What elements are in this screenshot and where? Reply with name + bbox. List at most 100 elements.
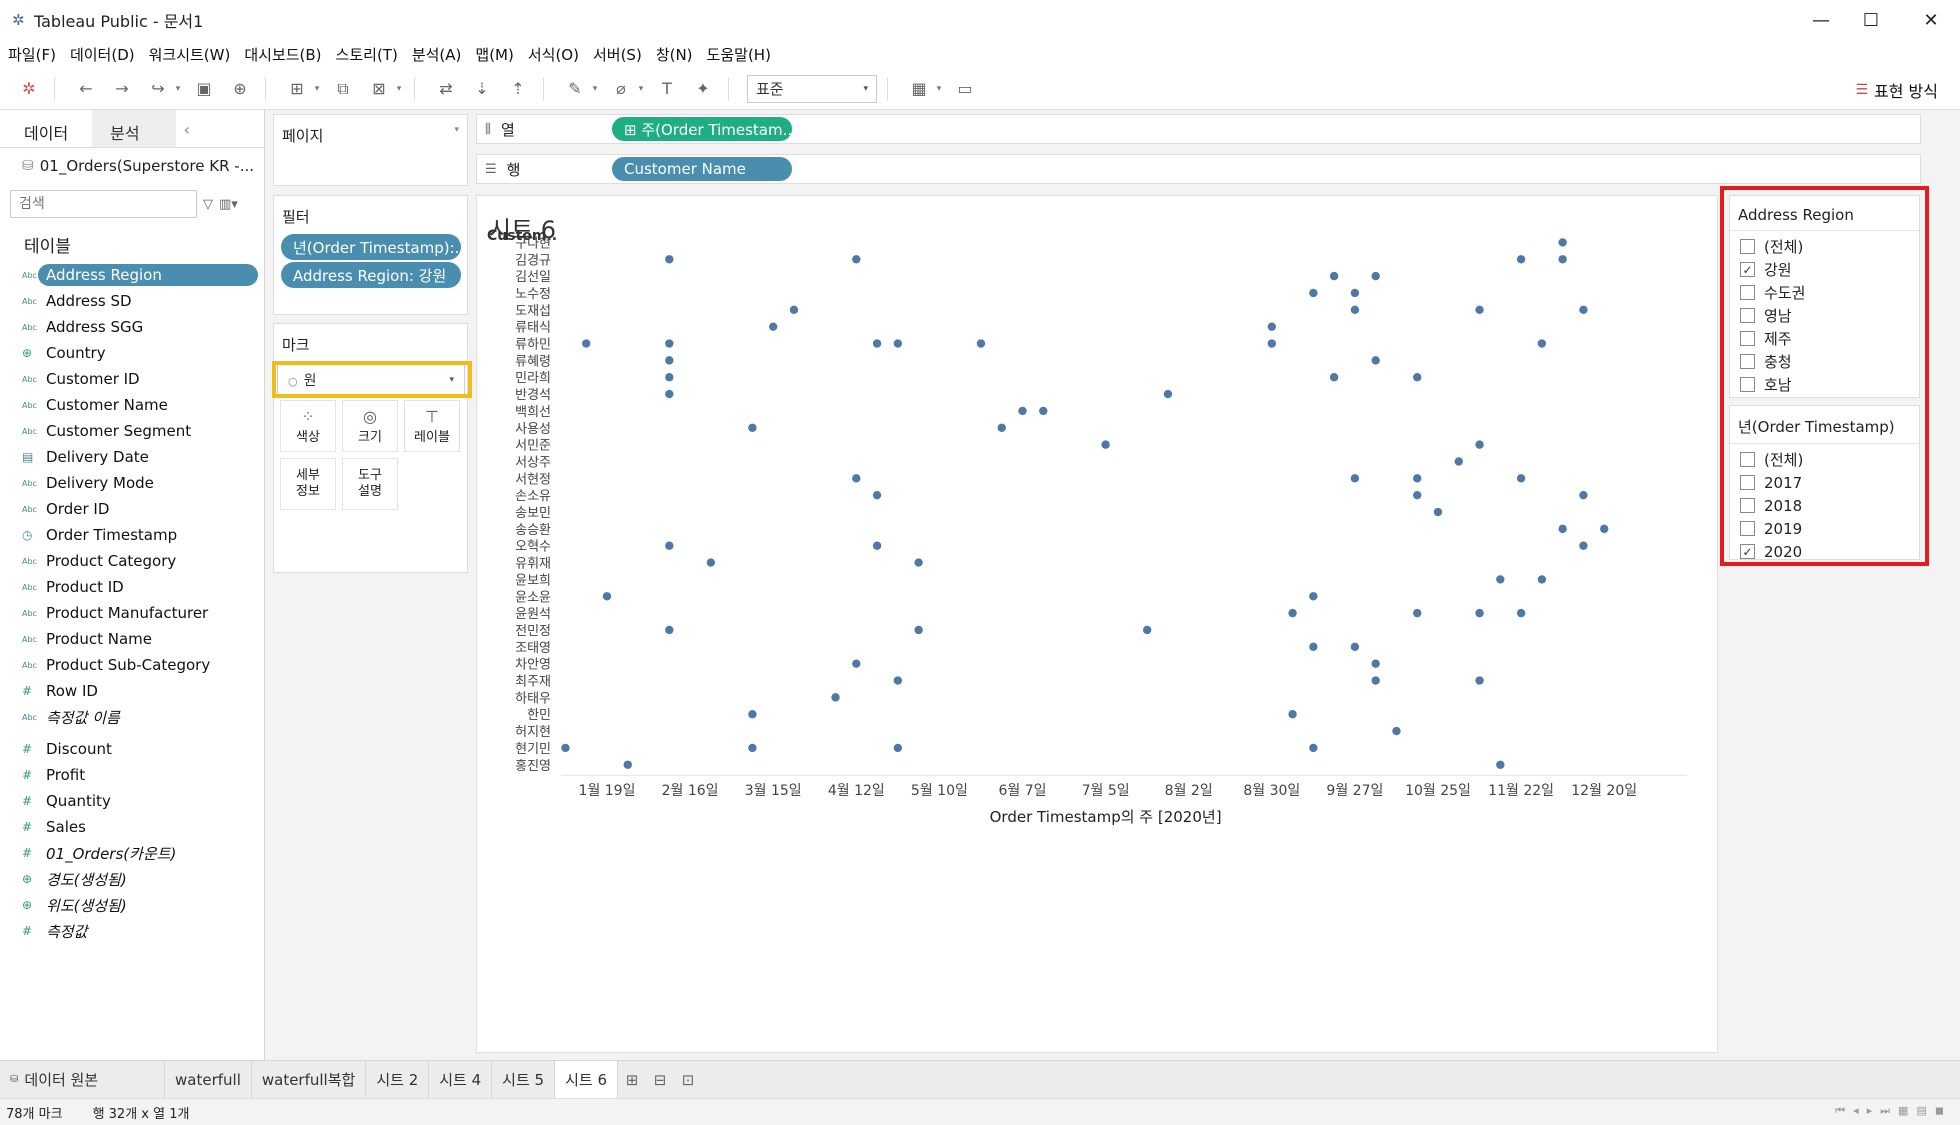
data-point[interactable] (1579, 541, 1588, 550)
filter-option[interactable]: (전체) (1730, 235, 1919, 258)
worksheet-view[interactable]: 시트 6 Custom.. 구다현 김경규 김선일 노수정 도재섭 류태식 류하민 류혜령 민라희… (476, 195, 1718, 1053)
data-point[interactable] (1371, 271, 1380, 281)
data-point[interactable] (831, 693, 840, 702)
filter-option[interactable]: ✓ 2020 (1730, 540, 1919, 563)
data-point[interactable] (1496, 575, 1505, 584)
field-item[interactable]: ⊕ 위도(생성됨) (0, 892, 264, 918)
data-point[interactable] (1142, 625, 1152, 635)
new-worksheet-icon[interactable]: ⊞ (282, 74, 312, 104)
redo-icon[interactable]: → (107, 74, 137, 104)
show-cards-dropdown-icon[interactable]: ▾ (934, 84, 944, 94)
filter-option[interactable]: ✓ 강원 (1730, 258, 1919, 281)
data-point[interactable] (1288, 608, 1297, 618)
columns-pill[interactable]: ⊞ 주(Order Timestam.. (612, 117, 792, 141)
sort-descending-icon[interactable]: ⇡ (503, 74, 533, 104)
data-point[interactable] (1516, 474, 1526, 483)
sheet-tab[interactable]: 시트 5 (492, 1060, 556, 1099)
filters-shelf[interactable]: 필터 년(Order Timestamp):... Address Region… (273, 195, 468, 315)
data-point[interactable] (1309, 642, 1318, 652)
field-item[interactable]: Abc Product Manufacturer (0, 600, 264, 626)
data-point[interactable] (914, 558, 923, 567)
data-point[interactable] (789, 305, 799, 315)
presentation-mode-icon[interactable]: ▭ (950, 74, 980, 104)
checkbox-icon[interactable] (1740, 498, 1755, 513)
field-item[interactable]: ⊕ 경도(생성됨) (0, 866, 264, 892)
data-point[interactable] (1579, 490, 1588, 500)
filter-option[interactable]: 영남 (1730, 304, 1919, 327)
replay-icon[interactable]: ↪ (143, 74, 173, 104)
next-sheet-icon[interactable]: ▸ (1867, 1104, 1873, 1118)
collapse-pane-icon[interactable]: ‹ (176, 110, 198, 147)
data-point[interactable] (914, 625, 923, 635)
field-item[interactable]: Abc 측정값 이름 (0, 704, 264, 730)
field-item[interactable]: ⊕ Country (0, 340, 264, 366)
sheet-tab[interactable]: 시트 4 (429, 1060, 493, 1099)
filter-option[interactable]: 수도권 (1730, 281, 1919, 304)
first-sheet-icon[interactable]: ⏮ (1835, 1104, 1845, 1118)
field-item[interactable]: Abc Delivery Mode (0, 470, 264, 496)
show-labels-icon[interactable]: T (652, 74, 682, 104)
data-point[interactable] (1600, 524, 1609, 534)
field-item[interactable]: Abc Customer Name (0, 392, 264, 418)
sheet-tab[interactable]: 시트 2 (366, 1060, 430, 1099)
data-point[interactable] (1267, 322, 1276, 331)
data-point[interactable] (1329, 271, 1339, 281)
filmstrip-icon[interactable]: ▦ (1898, 1104, 1908, 1118)
columns-shelf[interactable]: ⫼ 열 ⊞ 주(Order Timestam.. (476, 114, 1921, 144)
checkbox-icon[interactable] (1740, 521, 1755, 536)
maximize-button[interactable]: ☐ (1842, 0, 1900, 40)
data-point[interactable] (1392, 726, 1401, 736)
tab-data[interactable]: 데이터 (0, 110, 93, 147)
field-item[interactable]: Abc Address SD (0, 288, 264, 314)
data-point[interactable] (997, 423, 1006, 432)
field-item[interactable]: # Sales (0, 814, 264, 840)
data-point[interactable] (893, 743, 903, 753)
data-point[interactable] (1475, 608, 1484, 618)
new-worksheet-dropdown-icon[interactable]: ▾ (312, 84, 322, 94)
data-point[interactable] (1288, 710, 1297, 719)
data-point[interactable] (1413, 373, 1422, 382)
pin-icon[interactable]: ✦ (688, 74, 718, 104)
data-point[interactable] (1309, 743, 1318, 753)
data-point[interactable] (976, 339, 986, 348)
chevron-down-icon[interactable]: ▾ (454, 125, 459, 146)
data-point[interactable] (1475, 676, 1484, 685)
tab-datasource[interactable]: ⛁ 데이터 원본 (0, 1060, 165, 1099)
data-point[interactable] (1516, 608, 1526, 618)
tab-analysis[interactable]: 분석 (92, 110, 176, 147)
filter-pill-year[interactable]: 년(Order Timestamp):... (281, 234, 461, 260)
data-point[interactable] (748, 743, 757, 753)
data-point[interactable] (1350, 474, 1360, 483)
replay-dropdown-icon[interactable]: ▾ (173, 84, 183, 94)
field-item[interactable]: Abc Product Name (0, 626, 264, 652)
data-point[interactable] (852, 474, 861, 483)
field-item[interactable]: Abc Order ID (0, 496, 264, 522)
view-options-icon[interactable]: ▥▾ (219, 197, 238, 212)
checkbox-icon[interactable] (1740, 331, 1755, 346)
data-point[interactable] (561, 743, 570, 753)
color-button[interactable]: ⁘ 색상 (280, 400, 336, 452)
rows-shelf[interactable]: ☰ 행 Customer Name (476, 154, 1921, 184)
highlight-icon[interactable]: ✎ (560, 74, 590, 104)
menu-data[interactable]: 데이터(D) (70, 44, 135, 65)
checkbox-icon[interactable] (1740, 285, 1755, 300)
data-point[interactable] (1537, 575, 1547, 584)
field-item[interactable]: # 측정값 (0, 918, 264, 944)
data-point[interactable] (665, 389, 674, 399)
data-point[interactable] (1309, 592, 1318, 601)
data-point[interactable] (1371, 356, 1380, 365)
data-point[interactable] (665, 541, 674, 550)
tab-view-icon[interactable]: ▤ (1916, 1104, 1926, 1118)
label-button[interactable]: ⊤ 레이블 (404, 400, 460, 452)
filter-option[interactable]: 2017 (1730, 471, 1919, 494)
filter-option[interactable]: 호남 (1730, 373, 1919, 396)
duplicate-sheet-icon[interactable]: ⧉ (328, 74, 358, 104)
data-point[interactable] (1413, 608, 1422, 618)
data-point[interactable] (1267, 339, 1276, 348)
save-icon[interactable]: ▣ (189, 74, 219, 104)
data-point[interactable] (1329, 373, 1339, 382)
search-input[interactable] (10, 190, 197, 218)
data-point[interactable] (1537, 339, 1547, 348)
detail-button[interactable]: 세부 정보 (280, 458, 336, 510)
data-point[interactable] (665, 339, 674, 348)
